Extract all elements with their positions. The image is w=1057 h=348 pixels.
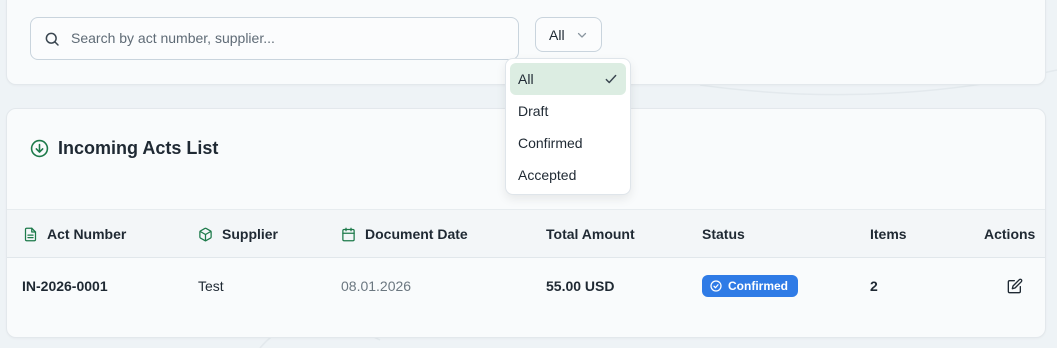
cell-items: 2 [870,278,878,294]
column-total-amount[interactable]: Total Amount [546,210,635,258]
column-actions: Actions [984,210,1035,258]
column-label: Status [702,226,745,242]
dropdown-option-accepted[interactable]: Accepted [510,159,626,191]
dropdown-option-label: All [518,71,534,87]
column-act-number[interactable]: Act Number [23,210,126,258]
cell-document-date: 08.01.2026 [341,278,412,294]
arrow-down-circle-icon [30,139,49,157]
list-title: Incoming Acts List [30,136,218,160]
dropdown-option-all[interactable]: All [510,63,626,95]
column-status[interactable]: Status [702,210,745,258]
calendar-icon [342,227,355,241]
dropdown-option-label: Confirmed [518,135,583,151]
cell-status: Confirmed [702,258,798,314]
chevron-down-icon [577,32,587,38]
edit-icon [1007,278,1023,294]
package-icon [199,227,212,241]
file-text-icon [24,227,37,241]
dropdown-option-confirmed[interactable]: Confirmed [510,127,626,159]
column-label: Act Number [47,226,127,242]
dropdown-option-label: Draft [518,103,549,119]
column-label: Actions [984,226,1036,242]
dropdown-option-label: Accepted [518,167,577,183]
table-header: Act Number Supplier Document Date Total … [7,209,1045,258]
edit-button[interactable] [1007,258,1023,314]
column-items[interactable]: Items [870,210,907,258]
dropdown-option-draft[interactable]: Draft [510,95,626,127]
column-supplier[interactable]: Supplier [198,210,278,258]
status-badge: Confirmed [702,275,798,297]
column-document-date[interactable]: Document Date [341,210,468,258]
table-row[interactable]: IN-2026-0001 Test 08.01.2026 55.00 USD C… [7,258,1045,314]
cell-supplier: Test [198,278,224,294]
search-icon [45,32,59,46]
search-input[interactable] [71,18,511,58]
check-icon [605,74,617,84]
column-label: Document Date [365,226,468,242]
list-title-text: Incoming Acts List [58,137,219,158]
status-badge-label: Confirmed [728,279,788,293]
check-circle-icon [710,280,722,292]
column-label: Items [870,226,907,242]
status-filter-dropdown: All Draft Confirmed Accepted [505,58,631,195]
column-label: Total Amount [546,226,635,242]
search-box[interactable] [30,17,519,60]
cell-total-amount: 55.00 USD [546,278,615,294]
cell-act-number: IN-2026-0001 [22,278,108,294]
status-filter-value: All [549,26,565,43]
status-filter-select[interactable]: All [535,17,602,52]
column-label: Supplier [222,226,279,242]
